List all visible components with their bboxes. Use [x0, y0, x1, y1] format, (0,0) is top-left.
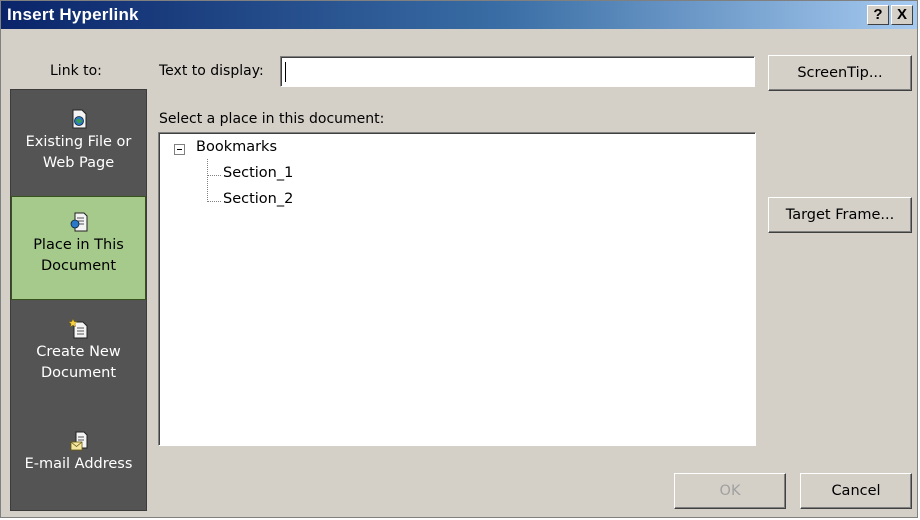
- document-places-tree[interactable]: Bookmarks Section_1 Section_2: [158, 132, 756, 446]
- sidebar-item-label: Place in This: [33, 237, 124, 253]
- tree-item-section-2[interactable]: Section_2: [223, 191, 293, 207]
- sidebar-item-label: Web Page: [42, 155, 115, 171]
- text-to-display-input[interactable]: [280, 56, 755, 87]
- title-bar[interactable]: Insert Hyperlink ? X: [1, 1, 917, 29]
- tree-item-section-1[interactable]: Section_1: [223, 165, 293, 181]
- sidebar-item-email-address[interactable]: E-mail Address: [11, 430, 146, 502]
- text-caret: [285, 62, 286, 82]
- email-address-icon: [70, 431, 87, 451]
- close-button[interactable]: X: [891, 5, 913, 25]
- sidebar-item-label: E-mail Address: [24, 456, 133, 472]
- sidebar-item-existing-file[interactable]: Existing File or Web Page: [11, 108, 146, 204]
- tree-connector-line: [207, 175, 221, 177]
- sidebar-item-create-new-document[interactable]: Create New Document: [11, 318, 146, 414]
- select-place-label: Select a place in this document:: [159, 111, 385, 127]
- ok-button[interactable]: OK: [674, 473, 786, 509]
- target-frame-button[interactable]: Target Frame...: [768, 197, 912, 233]
- existing-file-icon: [72, 109, 86, 129]
- sidebar-item-label: Existing File or: [25, 134, 132, 150]
- dialog-title: Insert Hyperlink: [7, 5, 139, 24]
- insert-hyperlink-dialog: Insert Hyperlink ? X Link to: Existing F…: [0, 0, 918, 518]
- screentip-button[interactable]: ScreenTip...: [768, 55, 912, 91]
- link-to-label: Link to:: [50, 63, 102, 79]
- place-in-document-icon: [70, 212, 87, 232]
- sidebar-item-place-in-document[interactable]: Place in This Document: [11, 196, 146, 300]
- tree-connector-line: [207, 159, 209, 202]
- cancel-button[interactable]: Cancel: [800, 473, 912, 509]
- new-document-icon: [67, 318, 87, 339]
- sidebar-item-label: Document: [40, 365, 117, 381]
- collapse-expander-icon[interactable]: [174, 144, 185, 155]
- text-to-display-label: Text to display:: [159, 63, 264, 79]
- link-to-sidebar: Existing File or Web Page Place in This …: [10, 89, 147, 511]
- sidebar-item-label: Document: [40, 258, 117, 274]
- help-button[interactable]: ?: [867, 5, 889, 25]
- tree-connector-line: [207, 201, 221, 203]
- tree-item-bookmarks[interactable]: Bookmarks: [196, 139, 277, 155]
- sidebar-item-label: Create New: [36, 344, 121, 360]
